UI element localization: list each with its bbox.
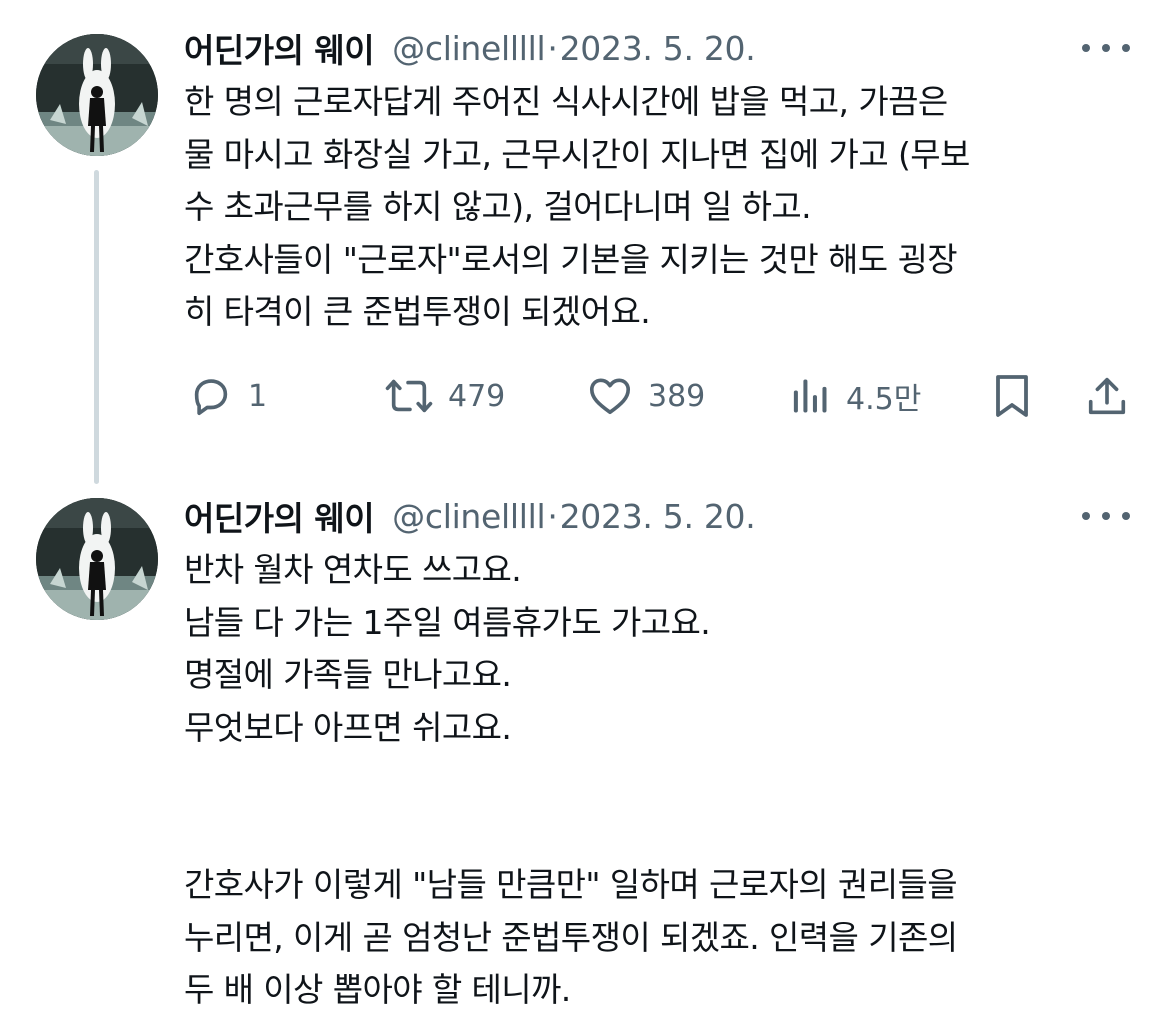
separator-dot: · bbox=[547, 496, 558, 536]
tweet-text-line: 한 명의 근로자답게 주어진 식사시간에 밥을 먹고, 가끔은 bbox=[184, 82, 948, 121]
views-button[interactable]: 4.5만 bbox=[788, 368, 921, 424]
tweet-text: 한 명의 근로자답게 주어진 식사시간에 밥을 먹고, 가끔은 물 마시고 화장… bbox=[184, 76, 1130, 339]
tweet-text-line: 누리면, 이게 곧 엄청난 준법투쟁이 되겠죠. 인력을 기존의 bbox=[184, 917, 958, 957]
thread-connector-line bbox=[94, 170, 99, 484]
reply-count: 1 bbox=[248, 378, 268, 414]
tweet-text-line: 물 마시고 화장실 가고, 근무시간이 지나면 집에 가고 (무보 bbox=[184, 134, 970, 174]
tweet-text: 반차 월차 연차도 쓰고요. 남들 다 가는 1주일 여름휴가도 가고요. 명절… bbox=[184, 544, 1130, 1017]
like-count: 389 bbox=[648, 378, 706, 414]
avatar[interactable] bbox=[36, 498, 158, 620]
more-dots-icon[interactable] bbox=[1082, 34, 1130, 62]
tweet-text-line: 남들 다 가는 1주일 여름휴가도 가고요. bbox=[184, 602, 711, 642]
paragraph-break bbox=[184, 807, 1130, 860]
like-button[interactable]: 389 bbox=[586, 368, 705, 424]
avatar[interactable] bbox=[36, 34, 158, 156]
retweet-arrows-icon bbox=[385, 379, 433, 413]
view-count: 4.5만 bbox=[846, 382, 922, 417]
avatar-silhouette-icon bbox=[36, 498, 158, 620]
avatar-silhouette-icon bbox=[36, 34, 158, 156]
display-name[interactable]: 어딘가의 웨이 bbox=[184, 24, 375, 72]
tweet-text-line: 수 초과근무를 하지 않고), 걸어다니며 일 하고. bbox=[184, 187, 812, 226]
user-handle[interactable]: @clinelllll bbox=[392, 29, 546, 68]
tweet-header: 어딘가의 웨이 @clinelllll · 2023. 5. 20. bbox=[184, 28, 1130, 70]
more-dots-icon[interactable] bbox=[1082, 502, 1130, 530]
tweet[interactable]: 어딘가의 웨이 @clinelllll · 2023. 5. 20. 반차 월차… bbox=[0, 480, 1170, 1009]
user-handle[interactable]: @clinelllll bbox=[392, 497, 546, 536]
tweet-text-line: 무엇보다 아프면 쉬고요. bbox=[184, 707, 512, 747]
tweet-text-line: 히 타격이 큰 준법투쟁이 되겠어요. bbox=[184, 292, 651, 331]
bookmark-button[interactable] bbox=[990, 368, 1034, 424]
tweet-text-line: 명절에 가족들 만나고요. bbox=[184, 655, 512, 694]
bookmark-icon bbox=[996, 375, 1028, 417]
heart-icon bbox=[589, 378, 631, 415]
tweet-date[interactable]: 2023. 5. 20. bbox=[560, 29, 756, 68]
tweet-text-line: 간호사들이 "근로자"로서의 기본을 지키는 것만 해도 굉장 bbox=[184, 239, 958, 279]
tweet-header: 어딘가의 웨이 @clinelllll · 2023. 5. 20. bbox=[184, 496, 1130, 538]
tweet-date[interactable]: 2023. 5. 20. bbox=[560, 497, 756, 536]
tweet-text-line: 두 배 이상 뽑아야 할 테니까. bbox=[184, 970, 571, 1009]
reply-bubble-icon bbox=[194, 379, 228, 416]
retweet-count: 479 bbox=[448, 378, 506, 414]
tweet-action-bar: 1 479 389 4.5만 bbox=[184, 368, 1130, 424]
display-name[interactable]: 어딘가의 웨이 bbox=[184, 492, 375, 540]
tweet-text-line bbox=[184, 754, 1130, 807]
tweet-text-line: 간호사가 이렇게 "남들 만큼만" 일하며 근로자의 권리들을 bbox=[184, 865, 958, 904]
tweet[interactable]: 어딘가의 웨이 @clinelllll · 2023. 5. 20. 한 명의 … bbox=[0, 0, 1170, 484]
retweet-button[interactable]: 479 bbox=[384, 368, 505, 424]
separator-dot: · bbox=[547, 28, 558, 68]
share-upload-icon bbox=[1088, 377, 1126, 415]
bar-chart-icon bbox=[793, 379, 827, 413]
share-button[interactable] bbox=[1084, 368, 1130, 424]
tweet-text-line: 반차 월차 연차도 쓰고요. bbox=[184, 550, 522, 589]
reply-button[interactable]: 1 bbox=[188, 368, 267, 424]
